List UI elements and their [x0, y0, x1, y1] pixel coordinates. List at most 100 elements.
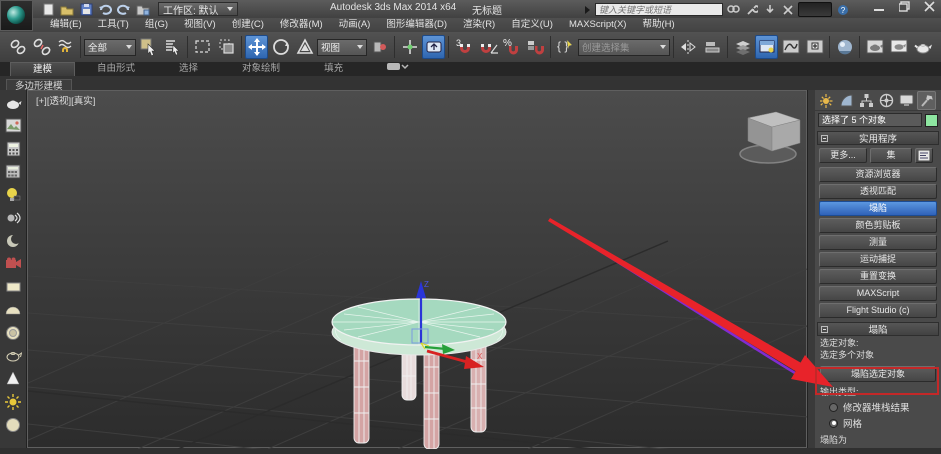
tab-utilities-icon[interactable]: [917, 91, 936, 110]
reference-coordinate-dropdown[interactable]: 视图: [317, 39, 367, 56]
material-editor-icon[interactable]: [833, 35, 856, 59]
calculator-alt-icon[interactable]: [2, 161, 24, 182]
lightbulb-icon[interactable]: [2, 184, 24, 205]
panel-scroll-strip[interactable]: [807, 90, 815, 448]
render-production-icon[interactable]: [911, 35, 934, 59]
help-icon[interactable]: ?: [835, 3, 850, 16]
window-crossing-icon[interactable]: [215, 35, 238, 59]
menu-views[interactable]: 视图(V): [176, 18, 224, 32]
menu-rendering[interactable]: 渲染(R): [455, 18, 503, 32]
utility-maxscript[interactable]: MAXScript: [819, 286, 937, 301]
moon-icon[interactable]: [2, 230, 24, 251]
tab-modify-icon[interactable]: [837, 91, 856, 110]
workspace-selector[interactable]: 工作区: 默认: [158, 2, 238, 16]
menu-help[interactable]: 帮助(H): [634, 18, 682, 32]
utilities-rollout-header[interactable]: 实用程序: [817, 131, 939, 145]
save-file-icon[interactable]: [78, 2, 94, 16]
image-window-icon[interactable]: [2, 115, 24, 136]
utilities-window-icon[interactable]: [915, 148, 933, 163]
use-pivot-center-icon[interactable]: [368, 35, 391, 59]
select-object-icon[interactable]: [137, 35, 160, 59]
utility-collapse[interactable]: 塌陷: [819, 201, 937, 216]
viewport-label[interactable]: [+][透视][真实]: [36, 95, 95, 107]
edit-named-sets-icon[interactable]: { }: [554, 35, 577, 59]
mirror-icon[interactable]: [677, 35, 700, 59]
ring-primitive-icon[interactable]: [2, 322, 24, 343]
bind-spacewarp-icon[interactable]: [54, 35, 77, 59]
dome-primitive-icon[interactable]: [2, 299, 24, 320]
keyboard-override-icon[interactable]: [422, 35, 445, 59]
menu-create[interactable]: 创建(C): [224, 18, 272, 32]
cone-primitive-icon[interactable]: [2, 368, 24, 389]
tab-create-icon[interactable]: [817, 91, 836, 110]
close-small-icon[interactable]: [780, 3, 795, 16]
curve-editor-icon[interactable]: [779, 35, 802, 59]
expand-arrow-icon[interactable]: [584, 5, 592, 15]
utility-color-clipboard[interactable]: 颜色剪贴板: [819, 218, 937, 233]
sun-icon[interactable]: [2, 391, 24, 412]
wrench-icon[interactable]: [744, 3, 759, 16]
ribbon-options-icon[interactable]: [365, 62, 431, 76]
menu-modifiers[interactable]: 修改器(M): [272, 18, 331, 32]
ribbon-tab-object-paint[interactable]: 对象绘制: [220, 62, 302, 76]
ribbon-toggle-icon[interactable]: [755, 35, 778, 59]
plane-primitive-icon[interactable]: [2, 276, 24, 297]
utility-motion-capture[interactable]: 运动捕捉: [819, 252, 937, 267]
perspective-viewport[interactable]: Z X [+][透视][真实]: [27, 90, 807, 448]
utility-reset-xform[interactable]: 重置变换: [819, 269, 937, 284]
radio-mesh-row[interactable]: 网格: [815, 414, 941, 430]
ribbon-tab-freeform[interactable]: 自由形式: [75, 62, 157, 76]
camera-icon[interactable]: [2, 253, 24, 274]
menu-customize[interactable]: 自定义(U): [503, 18, 561, 32]
undo-icon[interactable]: [97, 2, 113, 16]
utility-measure[interactable]: 测量: [819, 235, 937, 250]
ribbon-tab-populate[interactable]: 填充: [302, 62, 365, 76]
percent-snap-icon[interactable]: %: [500, 35, 523, 59]
collapse-selected-button[interactable]: 塌陷选定对象: [820, 366, 936, 382]
render-setup-icon[interactable]: [863, 35, 886, 59]
tab-display-icon[interactable]: [897, 91, 916, 110]
layer-manager-icon[interactable]: [731, 35, 754, 59]
redo-icon[interactable]: [116, 2, 132, 16]
ribbon-tab-selection[interactable]: 选择: [157, 62, 220, 76]
more-button[interactable]: 更多...: [819, 148, 867, 163]
project-folder-icon[interactable]: [135, 2, 151, 16]
selection-region-icon[interactable]: [191, 35, 214, 59]
menu-graph-editors[interactable]: 图形编辑器(D): [378, 18, 455, 32]
menu-edit[interactable]: 编辑(E): [42, 18, 90, 32]
close-button[interactable]: [924, 1, 935, 12]
menu-group[interactable]: 组(G): [137, 18, 176, 32]
rendered-frame-icon[interactable]: [887, 35, 910, 59]
select-manipulate-icon[interactable]: [398, 35, 421, 59]
select-move-icon[interactable]: [245, 35, 268, 59]
utility-perspective-match[interactable]: 透视匹配: [819, 184, 937, 199]
sphere-primitive-icon[interactable]: [2, 414, 24, 435]
ribbon-tab-modeling[interactable]: 建模: [10, 62, 75, 76]
selection-status-field[interactable]: 选择了 5 个对象: [818, 113, 922, 127]
minimize-button[interactable]: [874, 1, 885, 12]
schematic-view-icon[interactable]: [803, 35, 826, 59]
select-by-name-icon[interactable]: [161, 35, 184, 59]
radio-selected-icon[interactable]: [829, 419, 838, 428]
angle-snap-icon[interactable]: [476, 35, 499, 59]
search-icon[interactable]: [726, 3, 741, 16]
search-input[interactable]: [595, 3, 723, 16]
radio-modifier-stack-row[interactable]: 修改器堆栈结果: [815, 398, 941, 414]
spinner-snap-icon[interactable]: [524, 35, 547, 59]
menu-tools[interactable]: 工具(T): [90, 18, 137, 32]
signin-icon[interactable]: [762, 3, 777, 16]
calculator-icon[interactable]: [2, 138, 24, 159]
utility-flight-studio[interactable]: Flight Studio (c): [819, 303, 937, 318]
select-link-icon[interactable]: [6, 35, 29, 59]
utility-asset-browser[interactable]: 资源浏览器: [819, 167, 937, 182]
select-rotate-icon[interactable]: [269, 35, 292, 59]
audio-icon[interactable]: [2, 207, 24, 228]
new-file-icon[interactable]: [40, 2, 56, 16]
select-scale-icon[interactable]: [293, 35, 316, 59]
open-file-icon[interactable]: [59, 2, 75, 16]
radio-unselected-icon[interactable]: [829, 403, 838, 412]
sets-button[interactable]: 集: [870, 148, 912, 163]
object-color-swatch[interactable]: [925, 114, 938, 127]
menu-animation[interactable]: 动画(A): [331, 18, 379, 32]
restore-button[interactable]: [899, 1, 910, 12]
